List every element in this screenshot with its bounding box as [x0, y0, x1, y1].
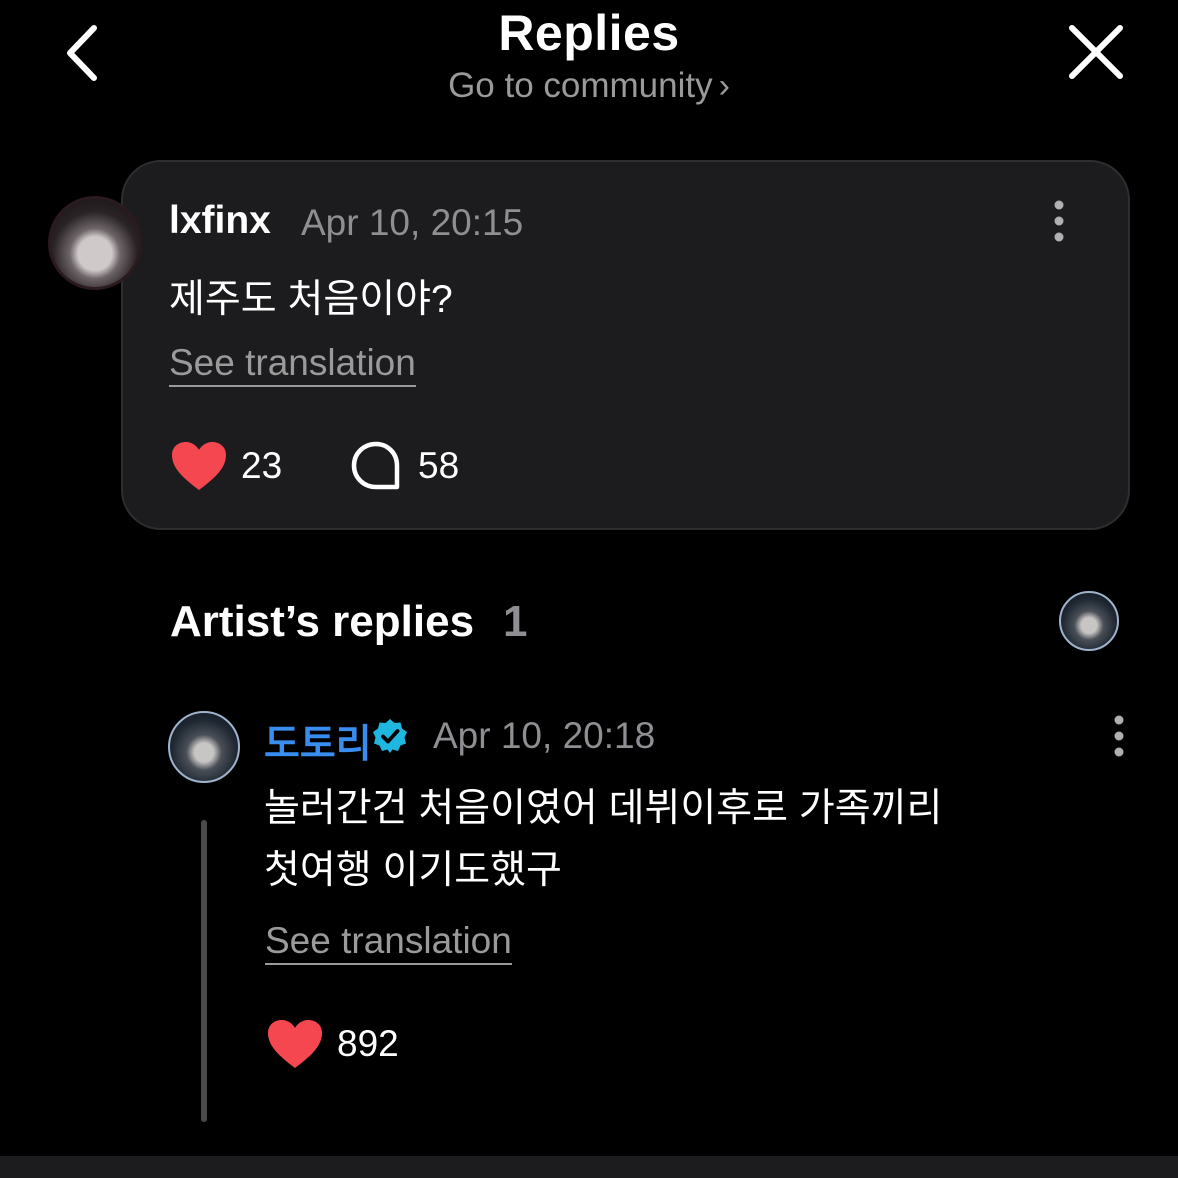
reply-text: 놀러간건 처음이였어 데뷔이후로 가족끼리 첫여행 이기도했구: [264, 778, 1064, 902]
reply-text-line: 놀러간건 처음이였어 데뷔이후로 가족끼리: [264, 787, 943, 830]
comment-timestamp: Apr 10, 20:15: [301, 202, 524, 243]
close-button[interactable]: [1062, 22, 1128, 84]
like-count: 23: [241, 445, 283, 486]
comment-more-button[interactable]: [1046, 198, 1072, 244]
speech-bubble-icon: [351, 441, 400, 490]
see-translation-link[interactable]: See translation: [265, 921, 512, 965]
see-translation-link[interactable]: See translation: [169, 343, 416, 387]
more-vertical-icon: [1054, 200, 1064, 242]
verified-badge-icon: [372, 718, 408, 754]
reply-text-line: 첫여행 이기도했구: [264, 849, 562, 892]
comment-text: 제주도 처음이야?: [169, 278, 453, 321]
reply-more-button[interactable]: [1106, 713, 1132, 759]
avatar[interactable]: [48, 196, 142, 290]
reply-button[interactable]: [350, 440, 402, 492]
chevron-right-icon: ›: [718, 67, 730, 105]
artist-replies-heading: Artist’s replies: [170, 597, 475, 646]
like-button[interactable]: [170, 440, 228, 492]
like-button[interactable]: [266, 1018, 324, 1070]
page-title: Replies: [498, 5, 680, 61]
bottom-bar: [0, 1156, 1178, 1178]
artist-username[interactable]: 도토리: [264, 713, 372, 769]
heart-icon: [172, 442, 226, 490]
artist-avatar-small[interactable]: [1059, 591, 1119, 651]
heart-icon: [268, 1020, 322, 1068]
like-count: 892: [337, 1023, 399, 1064]
community-link-label: Go to community: [448, 66, 713, 105]
more-vertical-icon: [1114, 715, 1124, 757]
artist-replies-count: 1: [503, 597, 528, 646]
comment-username[interactable]: lxfinx: [169, 199, 271, 243]
artist-avatar[interactable]: [168, 711, 240, 783]
reply-count: 58: [418, 445, 460, 486]
close-icon: [1069, 25, 1123, 79]
thread-line: [201, 820, 207, 1122]
reply-timestamp: Apr 10, 20:18: [433, 715, 656, 756]
go-to-community-link[interactable]: Go to community ›: [0, 66, 1178, 106]
